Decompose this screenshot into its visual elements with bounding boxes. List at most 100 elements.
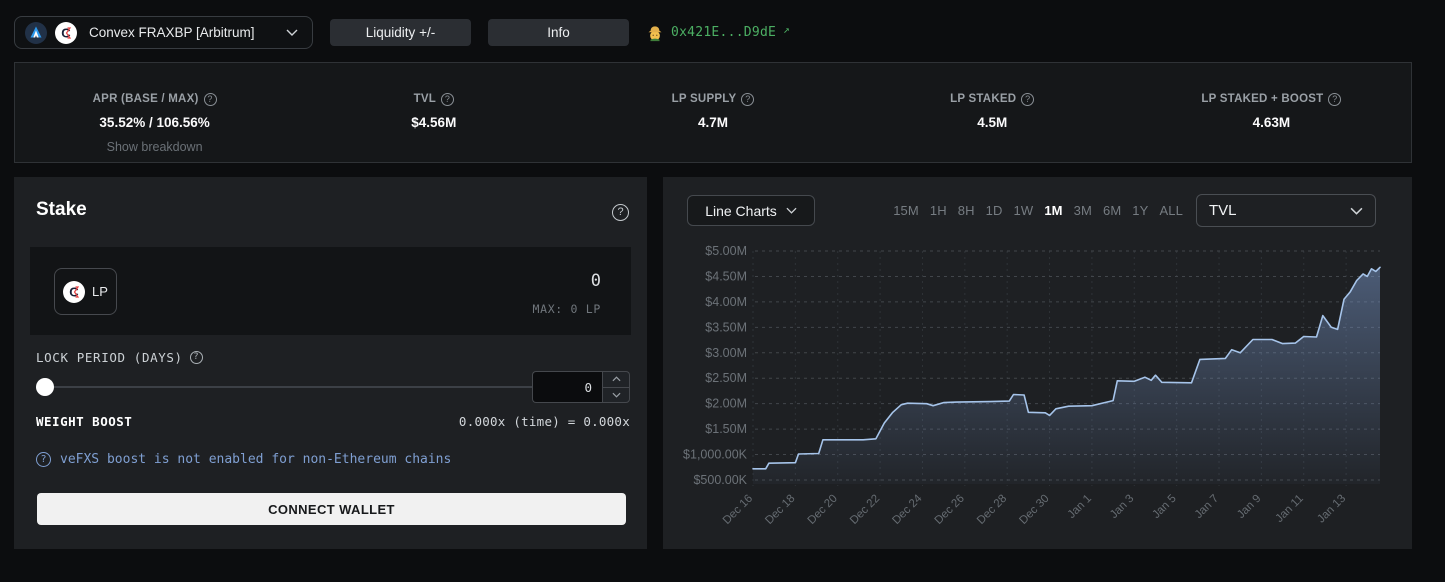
wallet-address-button[interactable]: 0x421E...D9dE ↗	[646, 24, 790, 42]
range-button-1h[interactable]: 1H	[930, 203, 947, 218]
help-icon[interactable]: ?	[441, 93, 454, 106]
svg-text:Jan 7: Jan 7	[1193, 493, 1221, 521]
chart-type-label: Line Charts	[705, 203, 777, 219]
svg-text:$3.50M: $3.50M	[705, 320, 747, 334]
lock-period-slider-track[interactable]	[36, 386, 532, 388]
stat-lp-staked-boost-value: 4.63M	[1132, 115, 1411, 130]
wallet-address: 0x421E...D9dE	[671, 25, 776, 40]
show-breakdown-link[interactable]: Show breakdown	[15, 140, 294, 154]
stat-lp-staked-value: 4.5M	[853, 115, 1132, 130]
stat-lp-staked-label: LP STAKED	[950, 93, 1016, 105]
svg-text:Jan 3: Jan 3	[1108, 493, 1136, 521]
svg-text:Dec 26: Dec 26	[933, 493, 967, 527]
lock-period-slider-thumb[interactable]	[36, 378, 54, 396]
metric-label: TVL	[1209, 202, 1237, 219]
stat-lp-supply: LP SUPPLY? 4.7M	[573, 63, 852, 162]
lock-period-help-icon[interactable]: ?	[190, 351, 203, 364]
svg-text:$5.00M: $5.00M	[705, 244, 747, 258]
pool-selector-label: Convex FRAXBP [Arbitrum]	[85, 25, 278, 40]
svg-text:$500.00K: $500.00K	[693, 473, 747, 487]
lock-period-input[interactable]	[532, 371, 602, 403]
stat-lp-staked-boost-label: LP STAKED + BOOST	[1201, 93, 1323, 105]
convex-lp-icon: C	[63, 281, 85, 303]
svg-text:$1,000.00K: $1,000.00K	[683, 448, 748, 462]
stat-lp-supply-label: LP SUPPLY	[672, 93, 737, 105]
lock-period-input-group	[532, 371, 630, 403]
svg-text:$2.50M: $2.50M	[705, 371, 747, 385]
chevron-down-icon	[1350, 207, 1363, 215]
lock-period-stepper	[602, 371, 630, 403]
stat-tvl: TVL? $4.56M	[294, 63, 573, 162]
range-button-6m[interactable]: 6M	[1103, 203, 1121, 218]
help-icon[interactable]: ?	[1328, 93, 1341, 106]
svg-text:Jan 13: Jan 13	[1315, 493, 1348, 526]
svg-text:$2.00M: $2.00M	[705, 397, 747, 411]
help-icon[interactable]: ?	[741, 93, 754, 106]
weight-boost-label: WEIGHT BOOST	[36, 414, 132, 429]
stats-bar: APR (BASE / MAX)? 35.52% / 106.56% Show …	[14, 62, 1412, 163]
token-symbol: LP	[92, 284, 108, 299]
svg-text:Dec 30: Dec 30	[1017, 493, 1051, 527]
stepper-down-button[interactable]	[602, 387, 630, 404]
range-button-8h[interactable]: 8H	[958, 203, 975, 218]
vefxs-boost-note-text: veFXS boost is not enabled for non-Ether…	[60, 452, 451, 467]
stake-panel-title: Stake	[36, 199, 87, 221]
svg-text:Jan 1: Jan 1	[1066, 493, 1094, 521]
stake-help-icon[interactable]: ?	[612, 204, 629, 221]
chevron-up-icon	[612, 376, 621, 382]
liquidity-button[interactable]: Liquidity +/-	[330, 19, 471, 46]
range-button-1d[interactable]: 1D	[986, 203, 1003, 218]
help-icon[interactable]: ?	[204, 93, 217, 106]
svg-text:$1.50M: $1.50M	[705, 422, 747, 436]
chevron-down-icon	[786, 207, 797, 214]
tvl-line-chart[interactable]: Dec 16Dec 18Dec 20Dec 22Dec 24Dec 26Dec …	[663, 237, 1412, 549]
info-button[interactable]: Info	[488, 19, 629, 46]
range-button-1y[interactable]: 1Y	[1132, 203, 1148, 218]
convex-icon: C	[55, 22, 77, 44]
stake-panel: Stake ? C LP MAX: 0 LP LOCK PERIOD (DAYS…	[14, 177, 647, 549]
range-button-15m[interactable]: 15M	[893, 203, 919, 218]
token-selector-button[interactable]: C LP	[54, 268, 117, 315]
stake-amount-input[interactable]	[381, 271, 601, 291]
info-circle-icon: ?	[36, 452, 51, 467]
stat-tvl-label: TVL	[414, 93, 436, 105]
weight-boost-row: WEIGHT BOOST 0.000x (time) = 0.000x	[36, 414, 630, 429]
external-link-icon: ↗	[783, 23, 790, 36]
svg-text:Dec 28: Dec 28	[975, 493, 1009, 527]
chart-type-dropdown[interactable]: Line Charts	[687, 195, 815, 226]
lock-period-text: LOCK PERIOD (DAYS)	[36, 350, 183, 365]
range-button-1w[interactable]: 1W	[1014, 203, 1034, 218]
stepper-up-button[interactable]	[602, 371, 630, 387]
range-button-3m[interactable]: 3M	[1074, 203, 1092, 218]
stat-apr-label: APR (BASE / MAX)	[93, 93, 199, 105]
svg-text:Jan 5: Jan 5	[1150, 493, 1178, 521]
pool-selector-dropdown[interactable]: C Convex FRAXBP [Arbitrum]	[14, 16, 313, 49]
connect-wallet-button[interactable]: CONNECT WALLET	[37, 493, 626, 525]
metric-dropdown[interactable]: TVL	[1196, 194, 1376, 227]
range-buttons: 15M 1H 8H 1D 1W 1M 3M 6M 1Y ALL	[893, 194, 1183, 227]
chart-panel: Line Charts 15M 1H 8H 1D 1W 1M 3M 6M 1Y ALL TVL D…	[663, 177, 1412, 549]
chevron-down-icon	[612, 392, 621, 398]
stat-lp-supply-value: 4.7M	[573, 115, 852, 130]
svg-text:$3.00M: $3.00M	[705, 346, 747, 360]
svg-text:$4.50M: $4.50M	[705, 269, 747, 283]
arbitrum-icon	[25, 22, 47, 44]
stat-apr-value: 35.52% / 106.56%	[15, 115, 294, 130]
svg-text:Jan 11: Jan 11	[1274, 493, 1306, 525]
range-button-1m[interactable]: 1M	[1044, 203, 1062, 218]
weight-boost-value: 0.000x (time) = 0.000x	[459, 414, 630, 429]
svg-text:Dec 20: Dec 20	[806, 493, 840, 527]
range-button-all[interactable]: ALL	[1159, 203, 1183, 218]
svg-text:Dec 24: Dec 24	[890, 492, 925, 527]
svg-text:Dec 18: Dec 18	[763, 493, 797, 527]
farmer-avatar-icon	[646, 24, 664, 42]
max-balance-label[interactable]: MAX: 0 LP	[532, 302, 601, 316]
stat-lp-staked: LP STAKED? 4.5M	[853, 63, 1132, 162]
top-bar: C Convex FRAXBP [Arbitrum] Liquidity +/-…	[14, 16, 790, 49]
stake-amount-box: C LP MAX: 0 LP	[30, 247, 631, 335]
help-icon[interactable]: ?	[1021, 93, 1034, 106]
svg-text:Dec 16: Dec 16	[721, 493, 755, 527]
vefxs-boost-note: ? veFXS boost is not enabled for non-Eth…	[36, 452, 451, 467]
svg-text:$4.00M: $4.00M	[705, 295, 747, 309]
svg-text:Dec 22: Dec 22	[848, 493, 882, 527]
